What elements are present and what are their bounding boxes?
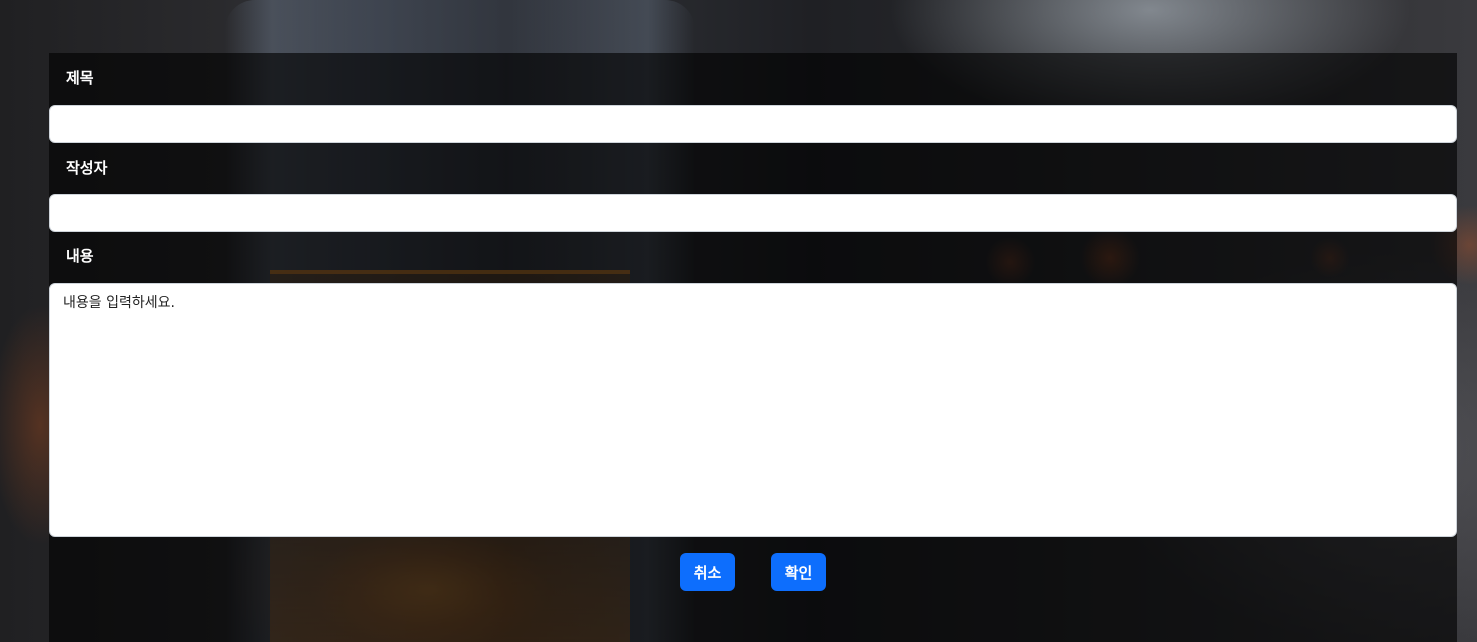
author-input[interactable] [49, 194, 1457, 232]
author-label: 작성자 [66, 159, 108, 177]
title-label: 제목 [66, 69, 94, 87]
cancel-button[interactable]: 취소 [680, 553, 735, 591]
content-textarea[interactable] [49, 283, 1457, 537]
confirm-button[interactable]: 확인 [771, 553, 826, 591]
content-label: 내용 [66, 247, 94, 265]
title-input[interactable] [49, 105, 1457, 143]
